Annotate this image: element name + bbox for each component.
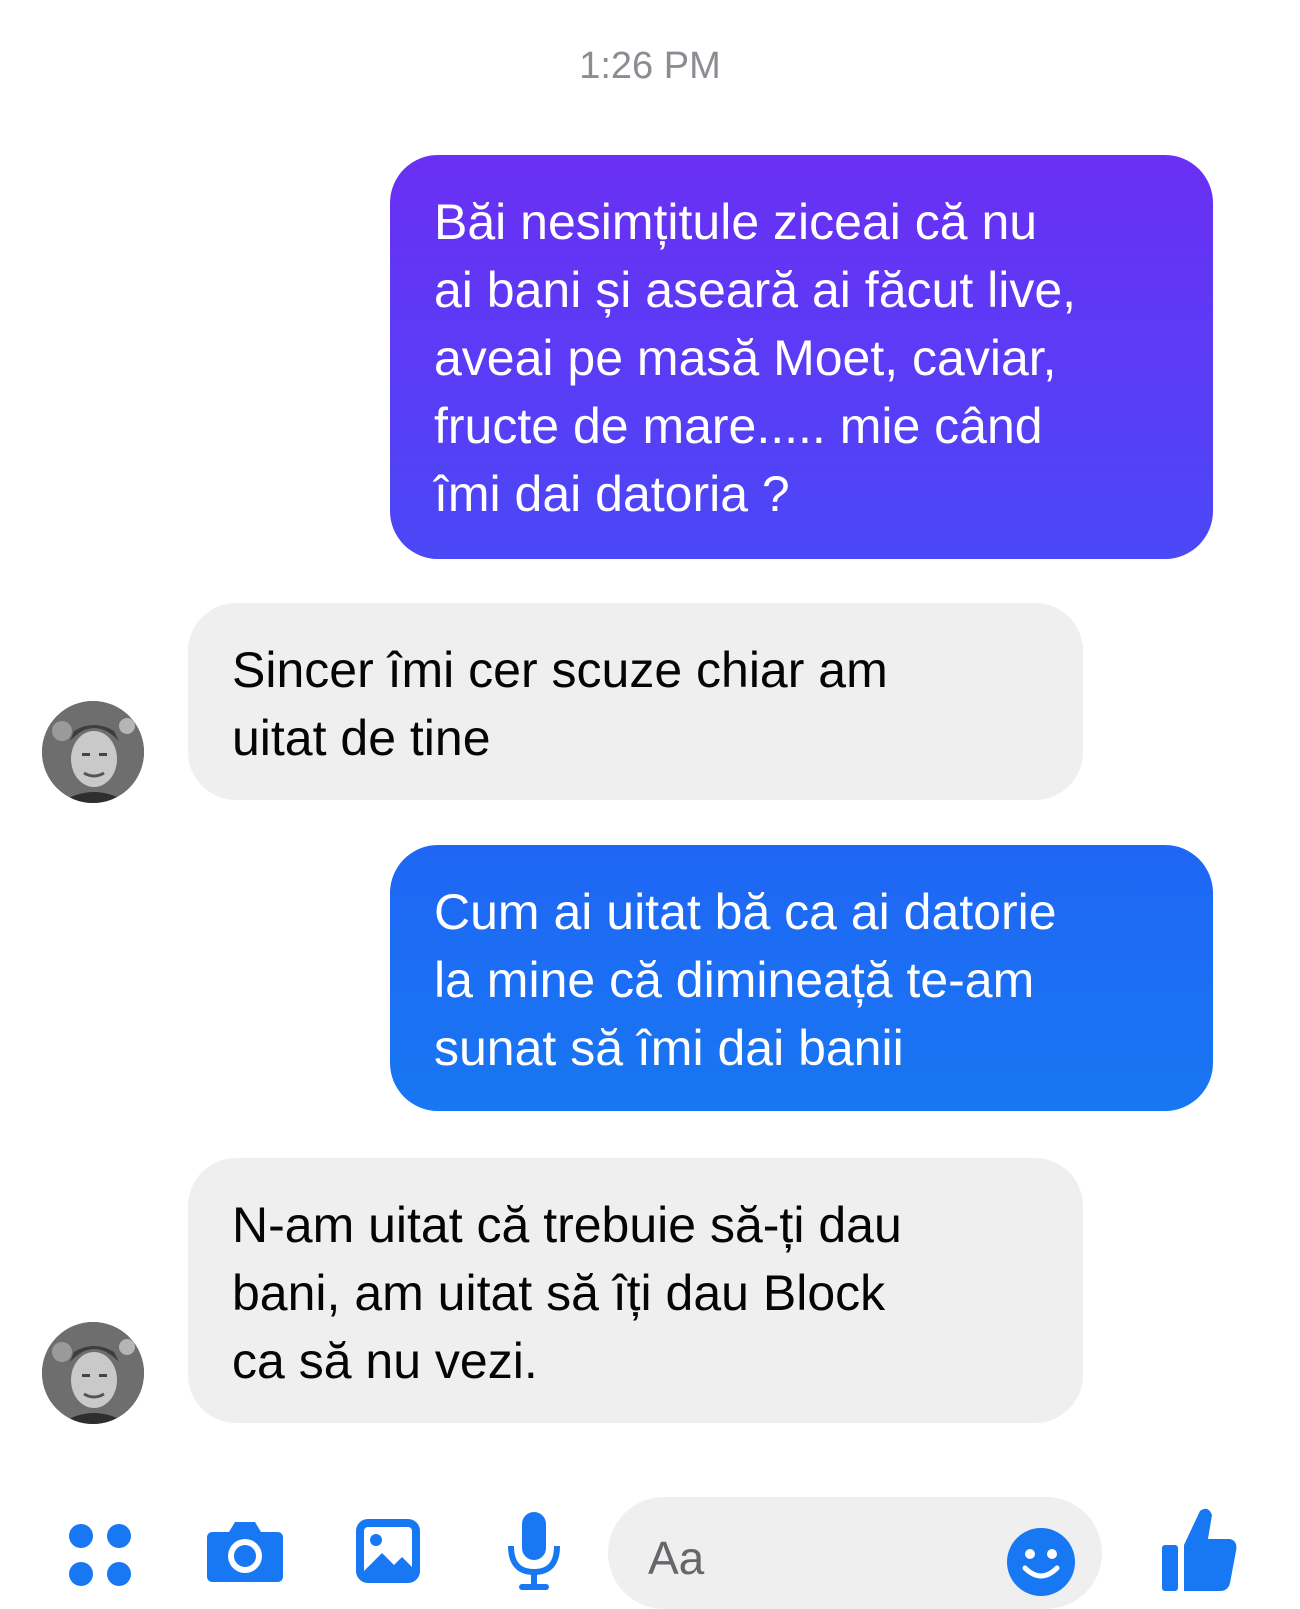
message-timestamp: 1:26 PM	[579, 45, 721, 87]
thumbs-up-icon[interactable]	[1160, 1505, 1238, 1598]
gallery-icon[interactable]	[352, 1515, 424, 1592]
message-input-placeholder: Aa	[648, 1532, 705, 1584]
contact-avatar[interactable]	[42, 701, 144, 803]
avatar-photo-icon	[42, 701, 144, 803]
more-apps-icon[interactable]	[65, 1520, 135, 1595]
microphone-icon[interactable]	[505, 1510, 563, 1599]
incoming-message-bubble[interactable]: N-am uitat că trebuie să-ți dau bani, am…	[188, 1158, 1083, 1423]
camera-icon[interactable]	[205, 1518, 285, 1589]
contact-avatar[interactable]	[42, 1322, 144, 1424]
outgoing-message-bubble[interactable]: Cum ai uitat bă ca ai datorie la mine că…	[390, 845, 1213, 1111]
outgoing-message-bubble[interactable]: Băi nesimțitule ziceai că nu ai bani și …	[390, 155, 1213, 559]
avatar-photo-icon	[42, 1322, 144, 1424]
incoming-message-bubble[interactable]: Sincer îmi cer scuze chiar am uitat de t…	[188, 603, 1083, 800]
emoji-icon[interactable]	[1005, 1526, 1077, 1603]
